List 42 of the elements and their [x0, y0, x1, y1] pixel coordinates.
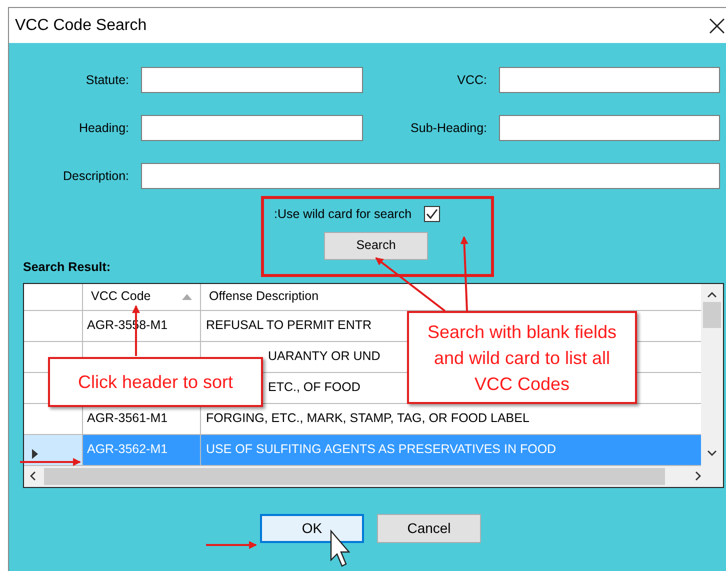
wildcard-label: :Use wild card for search	[274, 206, 412, 223]
input-field[interactable]	[499, 115, 720, 141]
input-field[interactable]	[141, 115, 363, 141]
table-cell-text: AGR-3562-M1	[87, 441, 168, 458]
field-label: Statute:	[84, 72, 129, 89]
callout: Click header to sort	[48, 357, 263, 407]
table-cell-text: FORGING, ETC., MARK, STAMP, TAG, OR FOOD LABEL	[206, 410, 530, 428]
dialog-button[interactable]: OK	[260, 514, 364, 542]
scroll-down-icon[interactable]	[707, 450, 717, 456]
table-cell-text: USE OF SULFITING AGENTS AS PRESERVATIVES IN FOOD	[206, 441, 556, 458]
callout: Search with blank fields and wild card to list all VCC Codes	[407, 311, 637, 404]
arrow	[206, 541, 257, 549]
close-icon[interactable]	[709, 18, 725, 34]
input-field[interactable]	[141, 163, 720, 189]
table-cell-text: AGR-3561-M1	[87, 410, 168, 428]
dialog-button[interactable]: Cancel	[377, 514, 481, 542]
search-button[interactable]: Search	[324, 232, 428, 260]
current-row-icon	[32, 448, 38, 458]
window-title: VCC Code Search	[15, 16, 147, 36]
input-field[interactable]	[499, 67, 720, 93]
table-cell-text: UARANTY OR UND	[268, 348, 380, 366]
arrow	[20, 458, 81, 466]
table-cell-text: ETC., OF FOOD	[268, 379, 360, 396]
vertical-scrollbar[interactable]	[701, 284, 723, 466]
input-field[interactable]	[141, 67, 363, 93]
horizontal-scrollbar[interactable]	[24, 466, 723, 486]
column-header[interactable]: Offense Description	[201, 284, 701, 310]
scroll-thumb[interactable]	[44, 468, 665, 484]
wildcard-checkbox[interactable]	[424, 206, 440, 222]
column-header[interactable]: VCC Code	[83, 284, 201, 310]
scroll-up-icon[interactable]	[707, 292, 717, 298]
field-label: Sub-Heading:	[410, 120, 487, 137]
scroll-thumb[interactable]	[703, 302, 721, 328]
search-result-title: Search Result:	[23, 258, 111, 276]
scroll-right-icon[interactable]	[695, 471, 701, 481]
field-label: Description:	[62, 168, 129, 185]
table-cell-text: REFUSAL TO PERMIT ENTR	[206, 317, 372, 334]
scroll-left-icon[interactable]	[30, 471, 36, 481]
field-label: VCC:	[456, 72, 487, 89]
field-label: Heading:	[78, 120, 129, 137]
arrow	[375, 257, 446, 312]
mouse-cursor-icon	[330, 529, 350, 567]
